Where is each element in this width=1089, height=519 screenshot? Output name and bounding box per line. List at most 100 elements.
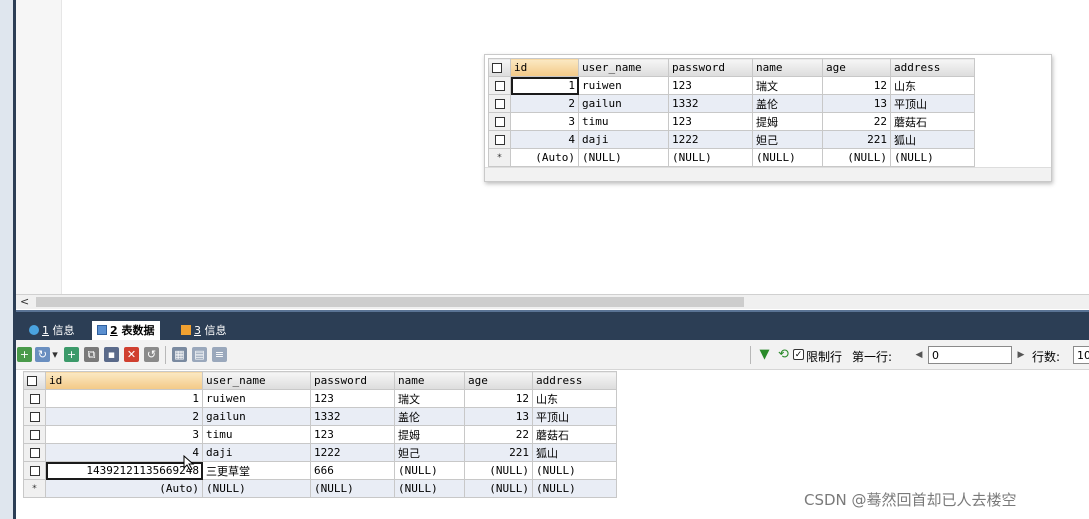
select-all-checkbox[interactable] <box>23 371 46 390</box>
column-header-password[interactable]: password <box>310 371 395 390</box>
cell-user-name[interactable]: daji <box>202 443 311 462</box>
cell-age[interactable]: 22 <box>464 425 533 444</box>
column-header-password[interactable]: password <box>668 58 753 77</box>
cell-name[interactable]: 提姆 <box>394 425 465 444</box>
new-cell-user-name[interactable]: (NULL) <box>202 479 311 498</box>
cell-address[interactable]: 平顶山 <box>890 94 975 113</box>
column-header-age[interactable]: age <box>822 58 891 77</box>
cell-address[interactable]: (NULL) <box>532 461 617 480</box>
table-row[interactable]: 4 daji 1222 妲己 221 狐山 <box>23 443 617 462</box>
cell-user-name[interactable]: ruiwen <box>578 76 669 95</box>
cell-age[interactable]: 221 <box>464 443 533 462</box>
cell-user-name[interactable]: timu <box>202 425 311 444</box>
new-cell-id[interactable]: (Auto) <box>510 148 579 167</box>
new-cell-name[interactable]: (NULL) <box>394 479 465 498</box>
first-row-input[interactable] <box>928 346 1012 364</box>
cell-password[interactable]: 123 <box>310 425 395 444</box>
duplicate-row-icon[interactable]: ⧉ <box>84 347 99 362</box>
cell-id[interactable]: 3 <box>45 425 203 444</box>
cancel-changes-icon[interactable]: ↺ <box>144 347 159 362</box>
cell-age[interactable]: 22 <box>822 112 891 131</box>
cell-password[interactable]: 123 <box>310 389 395 408</box>
cell-id[interactable]: 1 <box>510 76 579 95</box>
cell-id[interactable]: 1 <box>45 389 203 408</box>
column-header-address[interactable]: address <box>890 58 975 77</box>
limit-rows-checkbox[interactable]: ✓ <box>793 349 804 360</box>
cell-id[interactable]: 2 <box>510 94 579 113</box>
cell-age[interactable]: 12 <box>822 76 891 95</box>
text-view-icon[interactable]: ≡ <box>212 347 227 362</box>
cell-name[interactable]: 瑞文 <box>394 389 465 408</box>
insert-row-icon[interactable]: + <box>17 347 32 362</box>
cell-name[interactable]: 妲己 <box>394 443 465 462</box>
cell-address[interactable]: 蘑菇石 <box>532 425 617 444</box>
cell-name[interactable]: 妲己 <box>752 130 823 149</box>
table-row[interactable]: 14392121135669248 三更草堂 666 (NULL) (NULL) (NUL… <box>23 461 617 480</box>
new-cell-address[interactable]: (NULL) <box>890 148 975 167</box>
cell-name[interactable]: 盖伦 <box>394 407 465 426</box>
cell-user-name[interactable]: gailun <box>202 407 311 426</box>
row-checkbox[interactable] <box>23 443 46 462</box>
tab-table-data[interactable]: 2 表数据 <box>92 321 160 342</box>
select-all-checkbox[interactable] <box>488 58 511 77</box>
reset-filter-icon[interactable]: ⟲ <box>776 347 791 362</box>
cell-address[interactable]: 狐山 <box>532 443 617 462</box>
row-checkbox[interactable] <box>23 425 46 444</box>
cell-password[interactable]: 666 <box>310 461 395 480</box>
column-header-id[interactable]: id <box>510 58 579 77</box>
table-row[interactable]: 4 daji 1222 妲己 221 狐山 <box>488 130 975 149</box>
cell-age[interactable]: 12 <box>464 389 533 408</box>
column-header-age[interactable]: age <box>464 371 533 390</box>
cell-password[interactable]: 123 <box>668 76 753 95</box>
new-cell-name[interactable]: (NULL) <box>752 148 823 167</box>
add-row-icon[interactable]: + <box>64 347 79 362</box>
table-row[interactable]: 3 timu 123 提姆 22 蘑菇石 <box>488 112 975 131</box>
new-cell-address[interactable]: (NULL) <box>532 479 617 498</box>
new-row[interactable]: * (Auto) (NULL) (NULL) (NULL) (NULL) (NULL) <box>488 148 975 167</box>
cell-address[interactable]: 山东 <box>532 389 617 408</box>
next-page-icon[interactable]: ▶ <box>1014 346 1028 364</box>
grid-view-icon[interactable]: ▦ <box>172 347 187 362</box>
cell-id[interactable]: 14392121135669248 <box>45 461 203 480</box>
cell-user-name[interactable]: ruiwen <box>202 389 311 408</box>
column-header-id[interactable]: id <box>45 371 203 390</box>
form-view-icon[interactable]: ▤ <box>192 347 207 362</box>
column-header-user-name[interactable]: user_name <box>578 58 669 77</box>
save-icon[interactable]: ▪ <box>104 347 119 362</box>
column-header-name[interactable]: name <box>752 58 823 77</box>
column-header-name[interactable]: name <box>394 371 465 390</box>
cell-user-name[interactable]: timu <box>578 112 669 131</box>
column-header-address[interactable]: address <box>532 371 617 390</box>
cell-address[interactable]: 平顶山 <box>532 407 617 426</box>
cell-id[interactable]: 2 <box>45 407 203 426</box>
tab-messages-3[interactable]: 3 信息 <box>176 321 232 342</box>
scroll-left-arrow[interactable]: < <box>20 295 29 309</box>
cell-age[interactable]: (NULL) <box>464 461 533 480</box>
filter-icon[interactable]: ▼ <box>757 347 772 362</box>
refresh-icon[interactable]: ↻ <box>35 347 50 362</box>
new-cell-age[interactable]: (NULL) <box>464 479 533 498</box>
cell-age[interactable]: 13 <box>822 94 891 113</box>
cell-name[interactable]: (NULL) <box>394 461 465 480</box>
row-checkbox[interactable] <box>23 407 46 426</box>
cell-id[interactable]: 3 <box>510 112 579 131</box>
new-cell-password[interactable]: (NULL) <box>310 479 395 498</box>
cell-name[interactable]: 盖伦 <box>752 94 823 113</box>
prev-page-icon[interactable]: ◀ <box>912 346 926 364</box>
cell-name[interactable]: 提姆 <box>752 112 823 131</box>
row-checkbox[interactable] <box>488 76 511 95</box>
cell-name[interactable]: 瑞文 <box>752 76 823 95</box>
row-checkbox[interactable] <box>23 389 46 408</box>
row-count-input[interactable] <box>1073 346 1089 364</box>
scrollbar-thumb[interactable] <box>36 297 744 307</box>
table-row[interactable]: 2 gailun 1332 盖伦 13 平顶山 <box>488 94 975 113</box>
cell-age[interactable]: 13 <box>464 407 533 426</box>
row-checkbox[interactable] <box>488 130 511 149</box>
delete-icon[interactable]: ✕ <box>124 347 139 362</box>
cell-age[interactable]: 221 <box>822 130 891 149</box>
cell-user-name[interactable]: 三更草堂 <box>202 461 311 480</box>
new-row[interactable]: * (Auto) (NULL) (NULL) (NULL) (NULL) (NULL) <box>23 479 617 498</box>
row-checkbox[interactable] <box>488 94 511 113</box>
new-cell-user-name[interactable]: (NULL) <box>578 148 669 167</box>
cell-password[interactable]: 1222 <box>668 130 753 149</box>
